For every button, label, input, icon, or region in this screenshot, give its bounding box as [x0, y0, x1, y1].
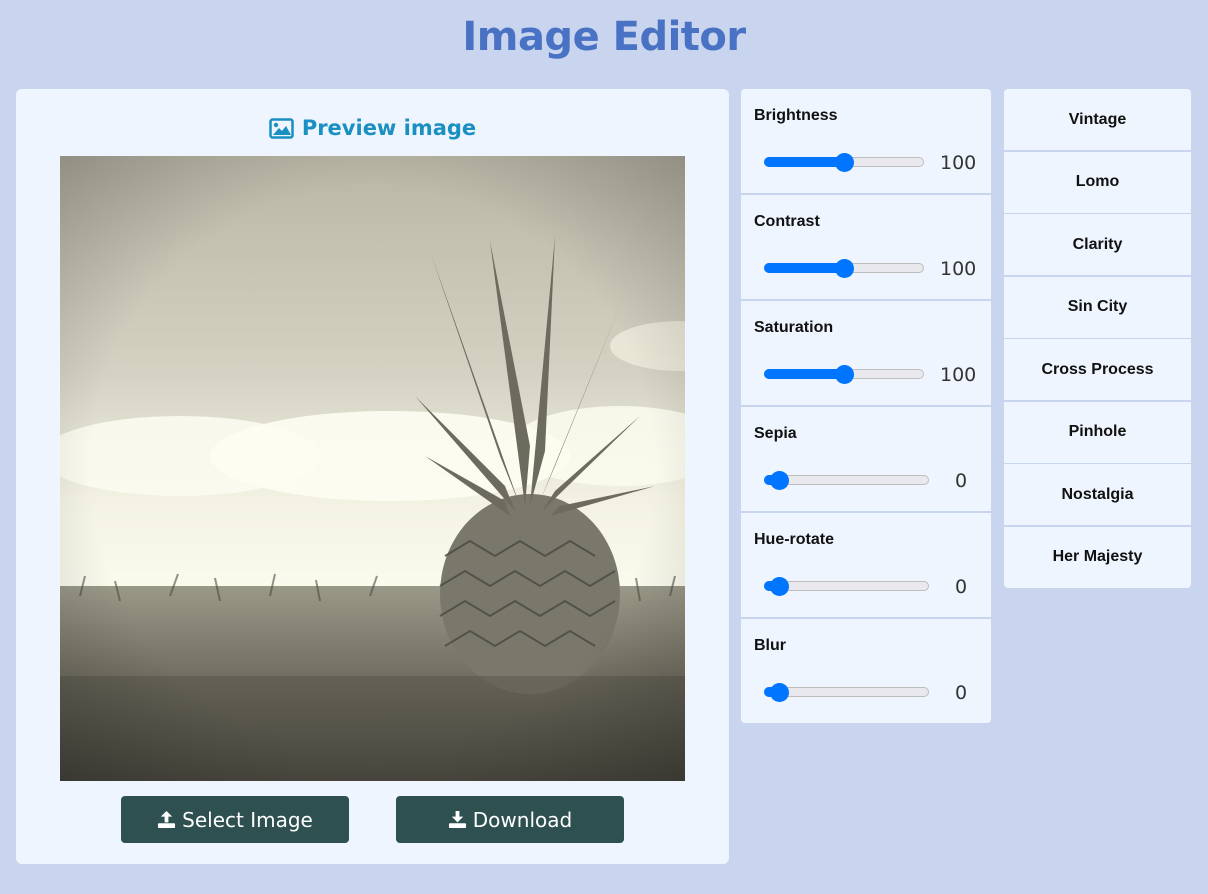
slider-thumb[interactable] — [769, 471, 789, 490]
slider-value: 100 — [940, 258, 977, 280]
slider-track[interactable] — [764, 153, 924, 172]
preview-panel: Preview image Select Image Download — [16, 89, 729, 864]
slider-value: 0 — [955, 576, 968, 598]
slider-track[interactable] — [764, 577, 929, 596]
slider-thumb[interactable] — [769, 683, 789, 702]
slider-label: Hue-rotate — [754, 531, 835, 548]
download-label: Download — [472, 807, 573, 832]
app-title: Image Editor — [462, 14, 746, 60]
download-icon — [448, 810, 466, 829]
adjustment-blur: Blur 0 — [741, 619, 991, 723]
filter-clarity[interactable]: Clarity — [1004, 214, 1191, 275]
filter-pinhole[interactable]: Pinhole — [1004, 401, 1191, 463]
filter-her-majesty[interactable]: Her Majesty — [1004, 526, 1191, 588]
adjustment-sepia: Sepia 0 — [741, 407, 991, 511]
slider-fill — [764, 157, 843, 167]
filter-cross-process[interactable]: Cross Process — [1004, 339, 1191, 400]
image-icon — [269, 117, 294, 139]
slider-label: Brightness — [754, 107, 838, 124]
adjustment-hue-rotate: Hue-rotate 0 — [741, 513, 991, 617]
slider-track[interactable] — [764, 471, 929, 490]
slider-label: Contrast — [754, 213, 820, 230]
slider-fill — [764, 369, 843, 379]
preview-title: Preview image — [301, 116, 477, 140]
slider-fill — [764, 263, 843, 273]
slider-thumb[interactable] — [834, 365, 854, 384]
download-button[interactable]: Download — [396, 796, 624, 843]
slider-label: Saturation — [754, 319, 834, 336]
preview-header: Preview image — [16, 115, 729, 141]
filter-vintage[interactable]: Vintage — [1004, 89, 1191, 150]
slider-label: Sepia — [754, 425, 797, 442]
slider-thumb[interactable] — [769, 577, 789, 596]
adjustment-contrast: Contrast 100 — [741, 195, 991, 299]
filters-panel: Vintage Lomo Clarity Sin City Cross Proc… — [1004, 89, 1191, 588]
select-image-label: Select Image — [182, 807, 313, 832]
preview-image — [60, 156, 685, 781]
slider-track[interactable] — [764, 259, 924, 278]
slider-value: 100 — [940, 152, 977, 174]
filter-sin-city[interactable]: Sin City — [1004, 276, 1191, 338]
slider-value: 0 — [955, 470, 968, 492]
slider-track[interactable] — [764, 365, 924, 384]
slider-label: Blur — [754, 637, 786, 654]
slider-track[interactable] — [764, 683, 929, 702]
filter-nostalgia[interactable]: Nostalgia — [1004, 464, 1191, 525]
slider-thumb[interactable] — [834, 153, 854, 172]
slider-thumb[interactable] — [834, 259, 854, 278]
select-image-button[interactable]: Select Image — [121, 796, 349, 843]
adjustments-panel: Brightness 100 Contrast 100 Saturation 1… — [741, 89, 991, 723]
upload-icon — [158, 810, 176, 829]
slider-value: 100 — [940, 364, 977, 386]
filter-lomo[interactable]: Lomo — [1004, 151, 1191, 213]
slider-value: 0 — [955, 682, 968, 704]
adjustment-brightness: Brightness 100 — [741, 89, 991, 193]
adjustment-saturation: Saturation 100 — [741, 301, 991, 405]
